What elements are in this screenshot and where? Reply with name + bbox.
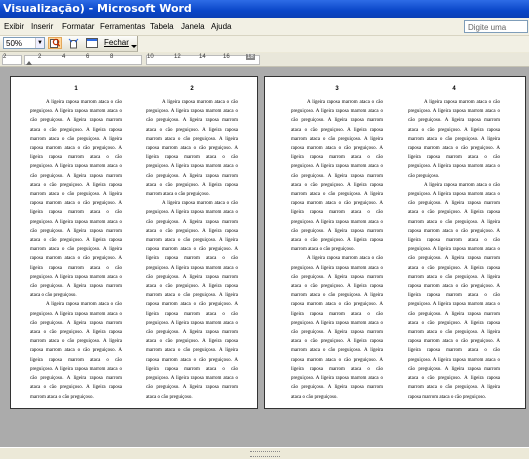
ruler-number: 12 [174, 54, 181, 60]
paragraph: A ligeira raposa marrom ataca o cão preg… [146, 100, 238, 198]
fechar-label: Fechar [104, 38, 129, 47]
column-number: 3 [335, 86, 339, 92]
ruler-number: 10 [147, 54, 154, 60]
full-screen-button[interactable] [85, 37, 99, 49]
menu-exibir[interactable]: Exibir [4, 18, 24, 35]
zoom-value: 50% [6, 39, 23, 48]
menu-bar: Exibir Inserir Formatar Ferramentas Tabe… [0, 18, 529, 36]
ruler-number: 6 [86, 54, 90, 60]
paragraph: A ligeira raposa marrom ataca o cão preg… [146, 201, 238, 400]
column-number: 2 [190, 86, 194, 92]
ruler-number: 18 [246, 54, 255, 60]
help-search-input[interactable]: Digite uma [464, 20, 528, 33]
menu-ferramentas[interactable]: Ferramentas [100, 18, 145, 35]
indent-marker-icon[interactable] [26, 61, 32, 65]
column-4: 4 A ligeira raposa marrom ataca o cão pr… [408, 86, 500, 402]
ruler-number: 16 [223, 54, 230, 60]
zoom-select[interactable]: 50% ▼ [3, 37, 45, 49]
status-bar [0, 447, 529, 459]
shrink-to-fit-icon [68, 38, 78, 48]
page-2[interactable]: 3 A ligeira raposa marrom ataca o cão pr… [264, 76, 526, 409]
paragraph: A ligeira raposa marrom ataca o cão preg… [291, 256, 383, 400]
magnifier-icon [50, 38, 60, 48]
preview-area[interactable]: 1 A ligeira raposa marrom ataca o cão pr… [0, 67, 529, 447]
ruler-number: 2 [38, 54, 42, 60]
column-text: A ligeira raposa marrom ataca o cão preg… [30, 98, 122, 402]
column-text: A ligeira raposa marrom ataca o cão preg… [291, 98, 383, 402]
full-screen-icon [86, 38, 98, 48]
toolbar-options-icon[interactable] [131, 45, 137, 48]
paragraph: A ligeira raposa marrom ataca o cão preg… [30, 302, 122, 400]
title-bar: Visualização) - Microsoft Word [0, 0, 529, 18]
page-1[interactable]: 1 A ligeira raposa marrom ataca o cão pr… [10, 76, 258, 409]
ruler-number: 4 [62, 54, 66, 60]
shrink-to-fit-button[interactable] [66, 37, 80, 49]
paragraph: A ligeira raposa marrom ataca o cão preg… [291, 100, 383, 253]
horizontal-ruler[interactable]: 2 2 4 6 8 10 12 14 16 18 [0, 53, 529, 67]
menu-tabela[interactable]: Tabela [150, 18, 174, 35]
toolbar-strip: 50% ▼ Fechar [0, 36, 138, 52]
print-preview-toolbar: 50% ▼ Fechar [0, 36, 529, 52]
menu-janela[interactable]: Janela [181, 18, 205, 35]
column-1: 1 A ligeira raposa marrom ataca o cão pr… [30, 86, 122, 402]
menu-ajuda[interactable]: Ajuda [211, 18, 231, 35]
column-number: 4 [452, 86, 456, 92]
ruler-number: 2 [3, 54, 7, 60]
paragraph: A ligeira raposa marrom ataca o cão preg… [408, 100, 500, 179]
column-text: A ligeira raposa marrom ataca o cão preg… [146, 98, 238, 402]
ruler-number: 8 [110, 54, 114, 60]
paragraph: A ligeira raposa marrom ataca o cão preg… [30, 100, 122, 299]
paragraph: A ligeira raposa marrom ataca o cão preg… [408, 182, 500, 400]
column-3: 3 A ligeira raposa marrom ataca o cão pr… [291, 86, 383, 402]
chevron-down-icon[interactable]: ▼ [35, 38, 44, 48]
close-preview-button[interactable]: Fechar [104, 37, 129, 49]
menu-formatar[interactable]: Formatar [62, 18, 94, 35]
column-text: A ligeira raposa marrom ataca o cão preg… [408, 98, 500, 402]
column-2: 2 A ligeira raposa marrom ataca o cão pr… [146, 86, 238, 402]
magnifier-toggle-button[interactable] [48, 37, 62, 49]
ruler-column-1 [24, 55, 142, 65]
column-number: 1 [74, 86, 78, 92]
window-title: Visualização) - Microsoft Word [3, 2, 192, 15]
ruler-number: 14 [199, 54, 206, 60]
menu-inserir[interactable]: Inserir [31, 18, 53, 35]
resize-grip-icon[interactable] [250, 451, 280, 457]
